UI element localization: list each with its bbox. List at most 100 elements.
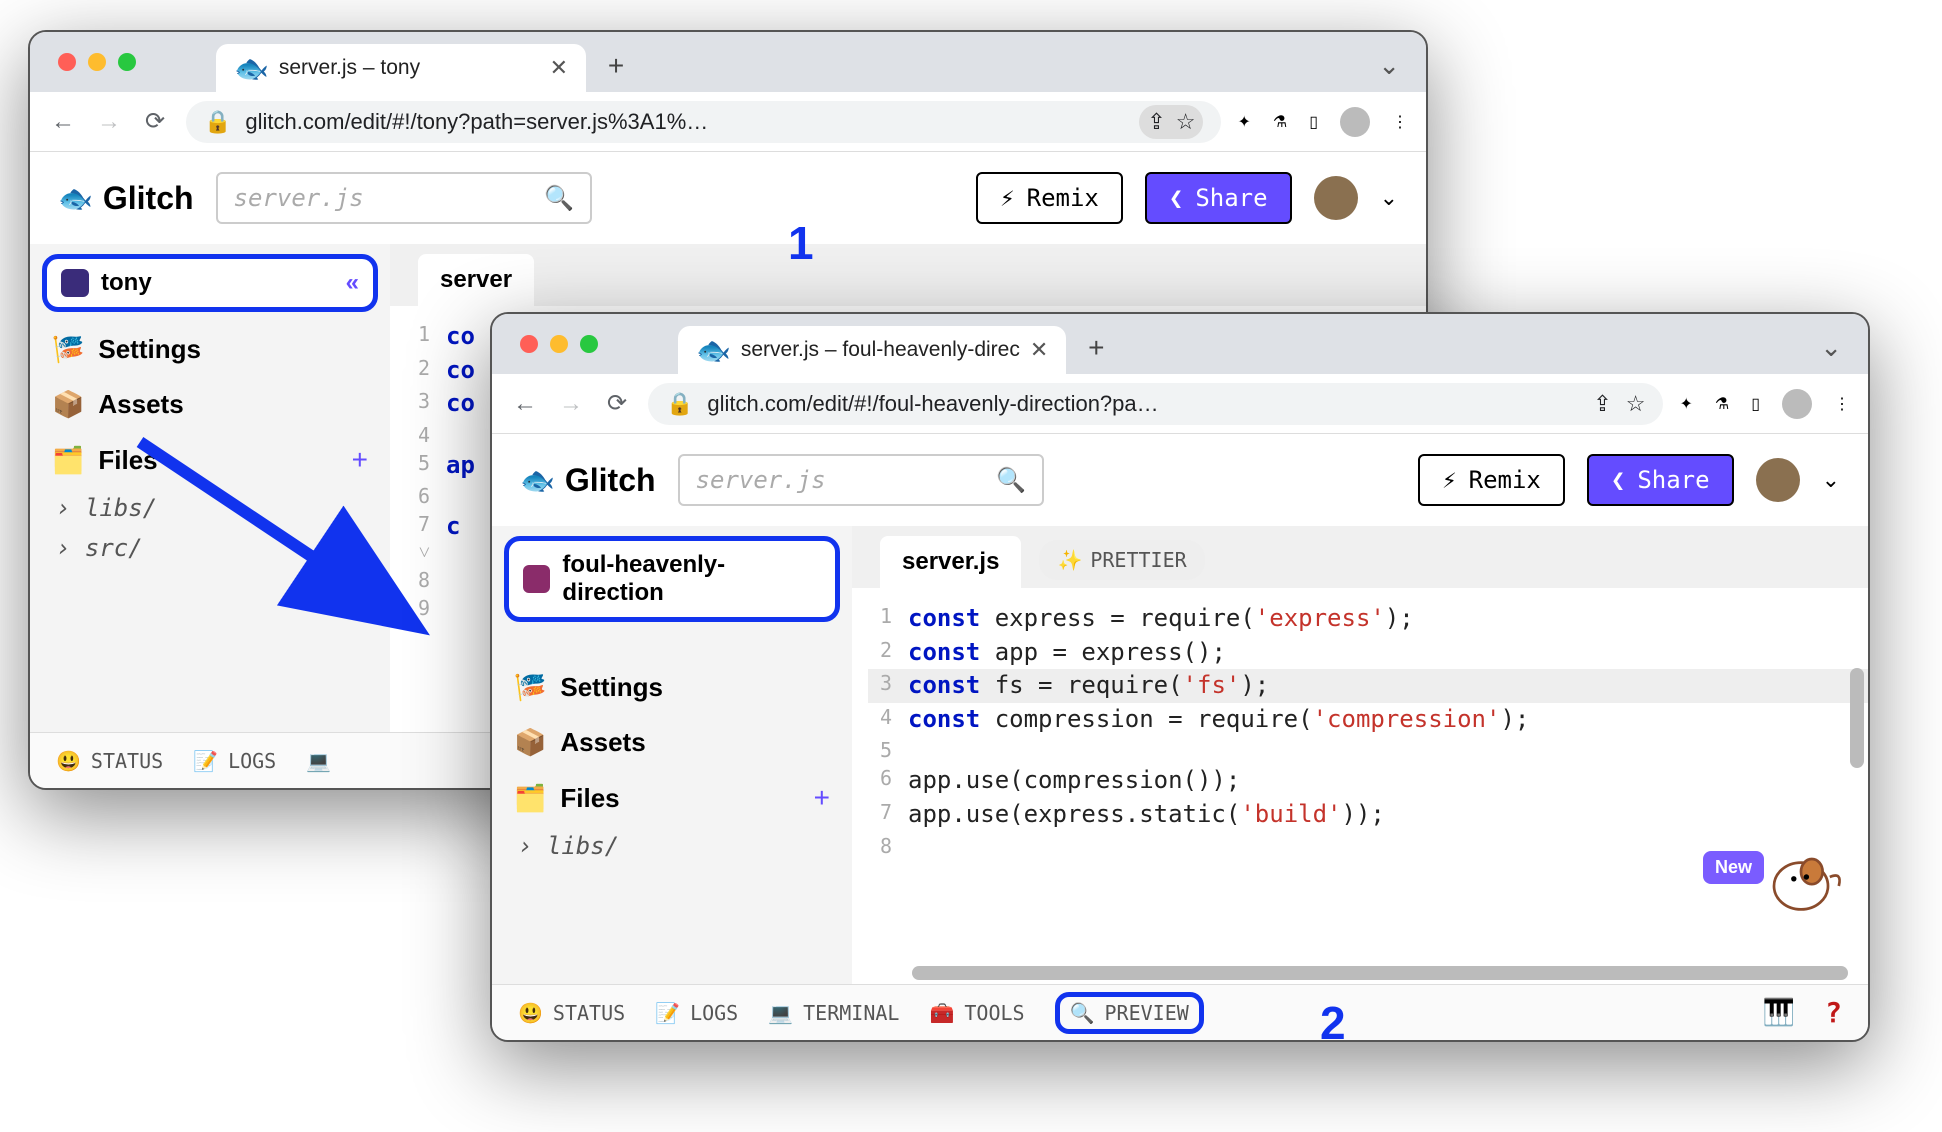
search-icon: 🔍 bbox=[996, 466, 1026, 494]
bolt-icon: ⚡ bbox=[1442, 466, 1456, 494]
folder-item[interactable]: libs/ bbox=[30, 488, 390, 528]
close-window-icon[interactable] bbox=[58, 53, 76, 71]
browser-tab[interactable]: 🐟 server.js – tony ✕ bbox=[216, 44, 586, 92]
new-badge: New bbox=[1703, 851, 1764, 884]
new-tab-button[interactable]: + bbox=[1078, 332, 1114, 364]
close-tab-icon[interactable]: ✕ bbox=[550, 55, 568, 81]
glitch-logo[interactable]: 🐟 Glitch bbox=[58, 180, 194, 217]
window-controls bbox=[520, 335, 598, 353]
glitch-logo[interactable]: 🐟 Glitch bbox=[520, 462, 656, 499]
bookmark-icon[interactable]: ☆ bbox=[1626, 391, 1646, 417]
back-icon[interactable]: ← bbox=[510, 390, 540, 418]
remix-button[interactable]: ⚡ Remix bbox=[1418, 454, 1565, 506]
code-area[interactable]: 1const express = require('express');2con… bbox=[852, 588, 1868, 874]
sidebar-item-assets[interactable]: 📦 Assets bbox=[30, 377, 390, 432]
logs-button[interactable]: 📝 LOGS bbox=[193, 749, 276, 773]
reload-icon[interactable]: ⟳ bbox=[140, 107, 170, 136]
browser-toolbar: ← → ⟳ 🔒 glitch.com/edit/#!/foul-heavenly… bbox=[492, 374, 1868, 434]
close-tab-icon[interactable]: ✕ bbox=[1030, 337, 1048, 363]
sidebar-item-files[interactable]: 🗂️ Files + bbox=[30, 432, 390, 488]
browser-tab[interactable]: 🐟 server.js – foul-heavenly-direc ✕ bbox=[678, 326, 1066, 374]
share-button[interactable]: ❮ Share bbox=[1145, 172, 1292, 224]
status-button[interactable]: 😃 STATUS bbox=[518, 1001, 625, 1025]
sidebar: foul-heavenly-direction « 🎏 Settings 📦 A… bbox=[492, 526, 852, 984]
share-page-icon[interactable]: ⇪ bbox=[1593, 391, 1611, 417]
sidepanel-icon[interactable]: ▯ bbox=[1751, 394, 1760, 414]
terminal-button[interactable]: 💻 TERMINAL bbox=[768, 1001, 899, 1025]
folder-item[interactable]: libs/ bbox=[492, 826, 852, 866]
user-menu-icon[interactable]: ⌄ bbox=[1822, 467, 1840, 493]
share-page-icon[interactable]: ⇪ bbox=[1147, 109, 1165, 135]
project-name-chip[interactable]: tony « bbox=[42, 254, 378, 312]
kebab-menu-icon[interactable]: ⋮ bbox=[1834, 394, 1850, 414]
piano-icon[interactable]: 🎹 bbox=[1763, 998, 1795, 1028]
search-placeholder: server.js bbox=[234, 184, 364, 212]
glitch-header: 🐟 Glitch server.js 🔍 ⚡ Remix ❮ Share ⌄ bbox=[492, 434, 1868, 526]
new-tab-button[interactable]: + bbox=[598, 50, 634, 82]
collapse-sidebar-icon[interactable]: « bbox=[346, 269, 359, 297]
forward-icon[interactable]: → bbox=[556, 390, 586, 418]
sidebar-item-settings[interactable]: 🎏 Settings bbox=[492, 660, 852, 715]
sidebar-item-assets[interactable]: 📦 Assets bbox=[492, 715, 852, 770]
editor-tab[interactable]: server.js bbox=[880, 536, 1021, 588]
editor-pane: server.js ✨ PRETTIER 1const express = re… bbox=[852, 526, 1868, 984]
bottom-bar: 😃 STATUS 📝 LOGS 💻 TERMINAL 🧰 TOOLS 🔍 PRE… bbox=[492, 984, 1868, 1040]
glitch-logo-icon: 🐟 bbox=[58, 182, 93, 215]
labs-icon[interactable]: ⚗ bbox=[1715, 394, 1729, 414]
files-icon: 🗂️ bbox=[52, 445, 84, 476]
forward-icon[interactable]: → bbox=[94, 108, 124, 136]
tab-title: server.js – tony bbox=[279, 56, 420, 80]
terminal-button[interactable]: 💻 bbox=[306, 749, 331, 773]
project-icon bbox=[61, 269, 89, 297]
reload-icon[interactable]: ⟳ bbox=[602, 389, 632, 418]
tab-title: server.js – foul-heavenly-direc bbox=[741, 338, 1020, 362]
search-input[interactable]: server.js 🔍 bbox=[216, 172, 592, 224]
browser-toolbar: ← → ⟳ 🔒 glitch.com/edit/#!/tony?path=ser… bbox=[30, 92, 1426, 152]
project-icon bbox=[523, 565, 550, 593]
bookmark-icon[interactable]: ☆ bbox=[1176, 109, 1196, 135]
address-bar[interactable]: 🔒 glitch.com/edit/#!/foul-heavenly-direc… bbox=[648, 383, 1663, 425]
back-icon[interactable]: ← bbox=[48, 108, 78, 136]
prettier-button[interactable]: ✨ PRETTIER bbox=[1039, 540, 1204, 580]
tools-button[interactable]: 🧰 TOOLS bbox=[929, 1001, 1024, 1025]
tabs-menu-icon[interactable]: ⌄ bbox=[1378, 50, 1400, 81]
maximize-window-icon[interactable] bbox=[118, 53, 136, 71]
horizontal-scrollbar[interactable] bbox=[912, 966, 1848, 980]
profile-icon[interactable] bbox=[1340, 107, 1370, 137]
profile-icon[interactable] bbox=[1782, 389, 1812, 419]
share-button[interactable]: ❮ Share bbox=[1587, 454, 1734, 506]
preview-button[interactable]: 🔍 PREVIEW bbox=[1055, 992, 1204, 1034]
remix-button[interactable]: ⚡ Remix bbox=[976, 172, 1123, 224]
close-window-icon[interactable] bbox=[520, 335, 538, 353]
kebab-menu-icon[interactable]: ⋮ bbox=[1392, 112, 1408, 132]
tabs-menu-icon[interactable]: ⌄ bbox=[1820, 332, 1842, 363]
user-menu-icon[interactable]: ⌄ bbox=[1380, 185, 1398, 211]
editor-tabs: server.js ✨ PRETTIER bbox=[852, 526, 1868, 588]
extensions-icon[interactable]: ✦ bbox=[1679, 394, 1692, 414]
bolt-icon: ⚡ bbox=[1000, 184, 1014, 212]
sidepanel-icon[interactable]: ▯ bbox=[1309, 112, 1318, 132]
maximize-window-icon[interactable] bbox=[580, 335, 598, 353]
project-name-chip[interactable]: foul-heavenly-direction bbox=[504, 536, 840, 622]
share-icon: ❮ bbox=[1169, 184, 1183, 212]
search-icon: 🔍 bbox=[544, 184, 574, 212]
scrollbar-thumb[interactable] bbox=[1850, 668, 1864, 768]
sidebar-item-files[interactable]: 🗂️ Files + bbox=[492, 770, 852, 826]
folder-item[interactable]: src/ bbox=[30, 528, 390, 568]
add-file-icon[interactable]: + bbox=[352, 444, 368, 476]
address-bar[interactable]: 🔒 glitch.com/edit/#!/tony?path=server.js… bbox=[186, 101, 1221, 143]
help-icon[interactable]: ? bbox=[1825, 996, 1842, 1029]
url-text: glitch.com/edit/#!/tony?path=server.js%3… bbox=[245, 109, 708, 135]
logs-button[interactable]: 📝 LOGS bbox=[655, 1001, 738, 1025]
labs-icon[interactable]: ⚗ bbox=[1273, 112, 1287, 132]
search-input[interactable]: server.js 🔍 bbox=[678, 454, 1044, 506]
minimize-window-icon[interactable] bbox=[88, 53, 106, 71]
user-avatar[interactable] bbox=[1314, 176, 1358, 220]
extensions-icon[interactable]: ✦ bbox=[1237, 112, 1250, 132]
add-file-icon[interactable]: + bbox=[814, 782, 830, 814]
editor-tab[interactable]: server bbox=[418, 254, 534, 306]
status-button[interactable]: 😃 STATUS bbox=[56, 749, 163, 773]
user-avatar[interactable] bbox=[1756, 458, 1800, 502]
sidebar-item-settings[interactable]: 🎏 Settings bbox=[30, 322, 390, 377]
minimize-window-icon[interactable] bbox=[550, 335, 568, 353]
